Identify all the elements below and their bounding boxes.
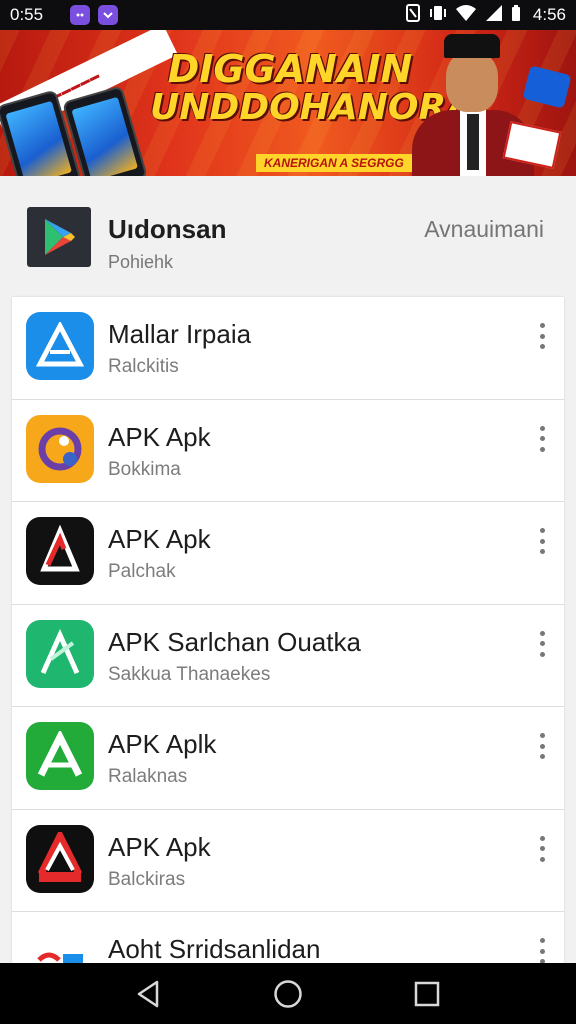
more-options-icon[interactable] xyxy=(536,835,548,862)
notification-icon xyxy=(70,5,90,25)
wifi-icon xyxy=(455,4,477,27)
green-triangle-app-icon xyxy=(26,619,94,688)
list-item[interactable]: Aoht Srridsanlidan xyxy=(12,912,564,963)
app-title: APK Apk xyxy=(108,421,211,452)
more-options-icon[interactable] xyxy=(536,528,548,554)
app-title: Mallar Irpaia xyxy=(108,319,252,349)
more-options-icon[interactable] xyxy=(536,425,548,452)
app-title: APK Aplk xyxy=(108,729,217,759)
more-options-icon[interactable] xyxy=(536,733,548,759)
list-item[interactable]: APK Apk Palchak xyxy=(12,502,564,605)
banner-headline-line-2: UNDDOHANORA xyxy=(150,87,475,128)
app-list: Mallar Irpaia Ralckitis APK Apk Bokkima … xyxy=(12,297,564,963)
app-subtitle: Palchak xyxy=(108,561,176,582)
list-item[interactable]: Mallar Irpaia Ralckitis xyxy=(12,297,564,400)
list-item[interactable]: APK Apk Bokkima xyxy=(12,400,564,502)
flag-app-icon xyxy=(26,927,94,963)
status-time-left: 0:55 xyxy=(10,5,44,24)
status-time: 4:56 xyxy=(532,5,566,24)
app-subtitle: Bokkima xyxy=(108,458,181,480)
developer-subtitle: Pohiehk xyxy=(108,252,174,272)
developer-header: Uıdonsan Pohiehk Avnauimani xyxy=(0,176,576,294)
app-title: APK Sarlchan Ouatka xyxy=(108,626,361,657)
status-bar: 0:55 4:56 xyxy=(0,0,576,30)
home-button[interactable] xyxy=(271,977,305,1011)
navigation-bar xyxy=(0,963,576,1024)
orange-purple-app-icon xyxy=(26,414,94,483)
more-options-icon[interactable] xyxy=(536,323,548,349)
app-subtitle: Sakkua Thanaekes xyxy=(108,663,271,685)
black-red-triangle-app-icon xyxy=(26,517,94,585)
blue-triangle-app-icon xyxy=(26,312,94,380)
banner-headline: DIGGANAIN UNDDOHANORA xyxy=(150,47,475,128)
promo-banner[interactable]: ▬▬▬▬▬ DIGGANAIN UNDDOHANORA KANERIGAN A … xyxy=(0,30,576,176)
list-item[interactable]: APK Aplk Ralaknas xyxy=(12,707,564,810)
list-item[interactable]: APK Sarlchan Ouatka Sakkua Thanaekes xyxy=(12,605,564,707)
play-store-icon xyxy=(27,207,91,267)
banner-headline-line-1: DIGGANAIN xyxy=(167,47,413,91)
developer-action-link[interactable]: Avnauimani xyxy=(424,216,544,243)
app-subtitle: Ralckitis xyxy=(108,356,179,377)
app-subtitle: Ralaknas xyxy=(108,766,188,787)
banner-tagline: KANERIGAN A SEGRGG xyxy=(256,154,412,172)
app-subtitle: Balckiras xyxy=(108,868,186,890)
back-button[interactable] xyxy=(131,977,165,1011)
vibrate-icon xyxy=(429,4,447,27)
app-title: APK Apk xyxy=(108,831,211,862)
signal-icon xyxy=(485,4,503,27)
recents-button[interactable] xyxy=(410,977,444,1011)
black-red-a-app-icon xyxy=(26,824,94,893)
app-title: APK Apk xyxy=(108,524,211,554)
battery-icon xyxy=(511,4,521,27)
green-a-app-icon xyxy=(26,722,94,790)
developer-name: Uıdonsan xyxy=(108,214,227,244)
more-options-icon[interactable] xyxy=(536,938,548,963)
list-item[interactable]: APK Apk Balckiras xyxy=(12,810,564,912)
app-title: Aoht Srridsanlidan xyxy=(108,934,321,963)
more-options-icon[interactable] xyxy=(536,630,548,657)
nfc-icon xyxy=(405,3,421,27)
notification-chevron-icon xyxy=(98,5,118,25)
